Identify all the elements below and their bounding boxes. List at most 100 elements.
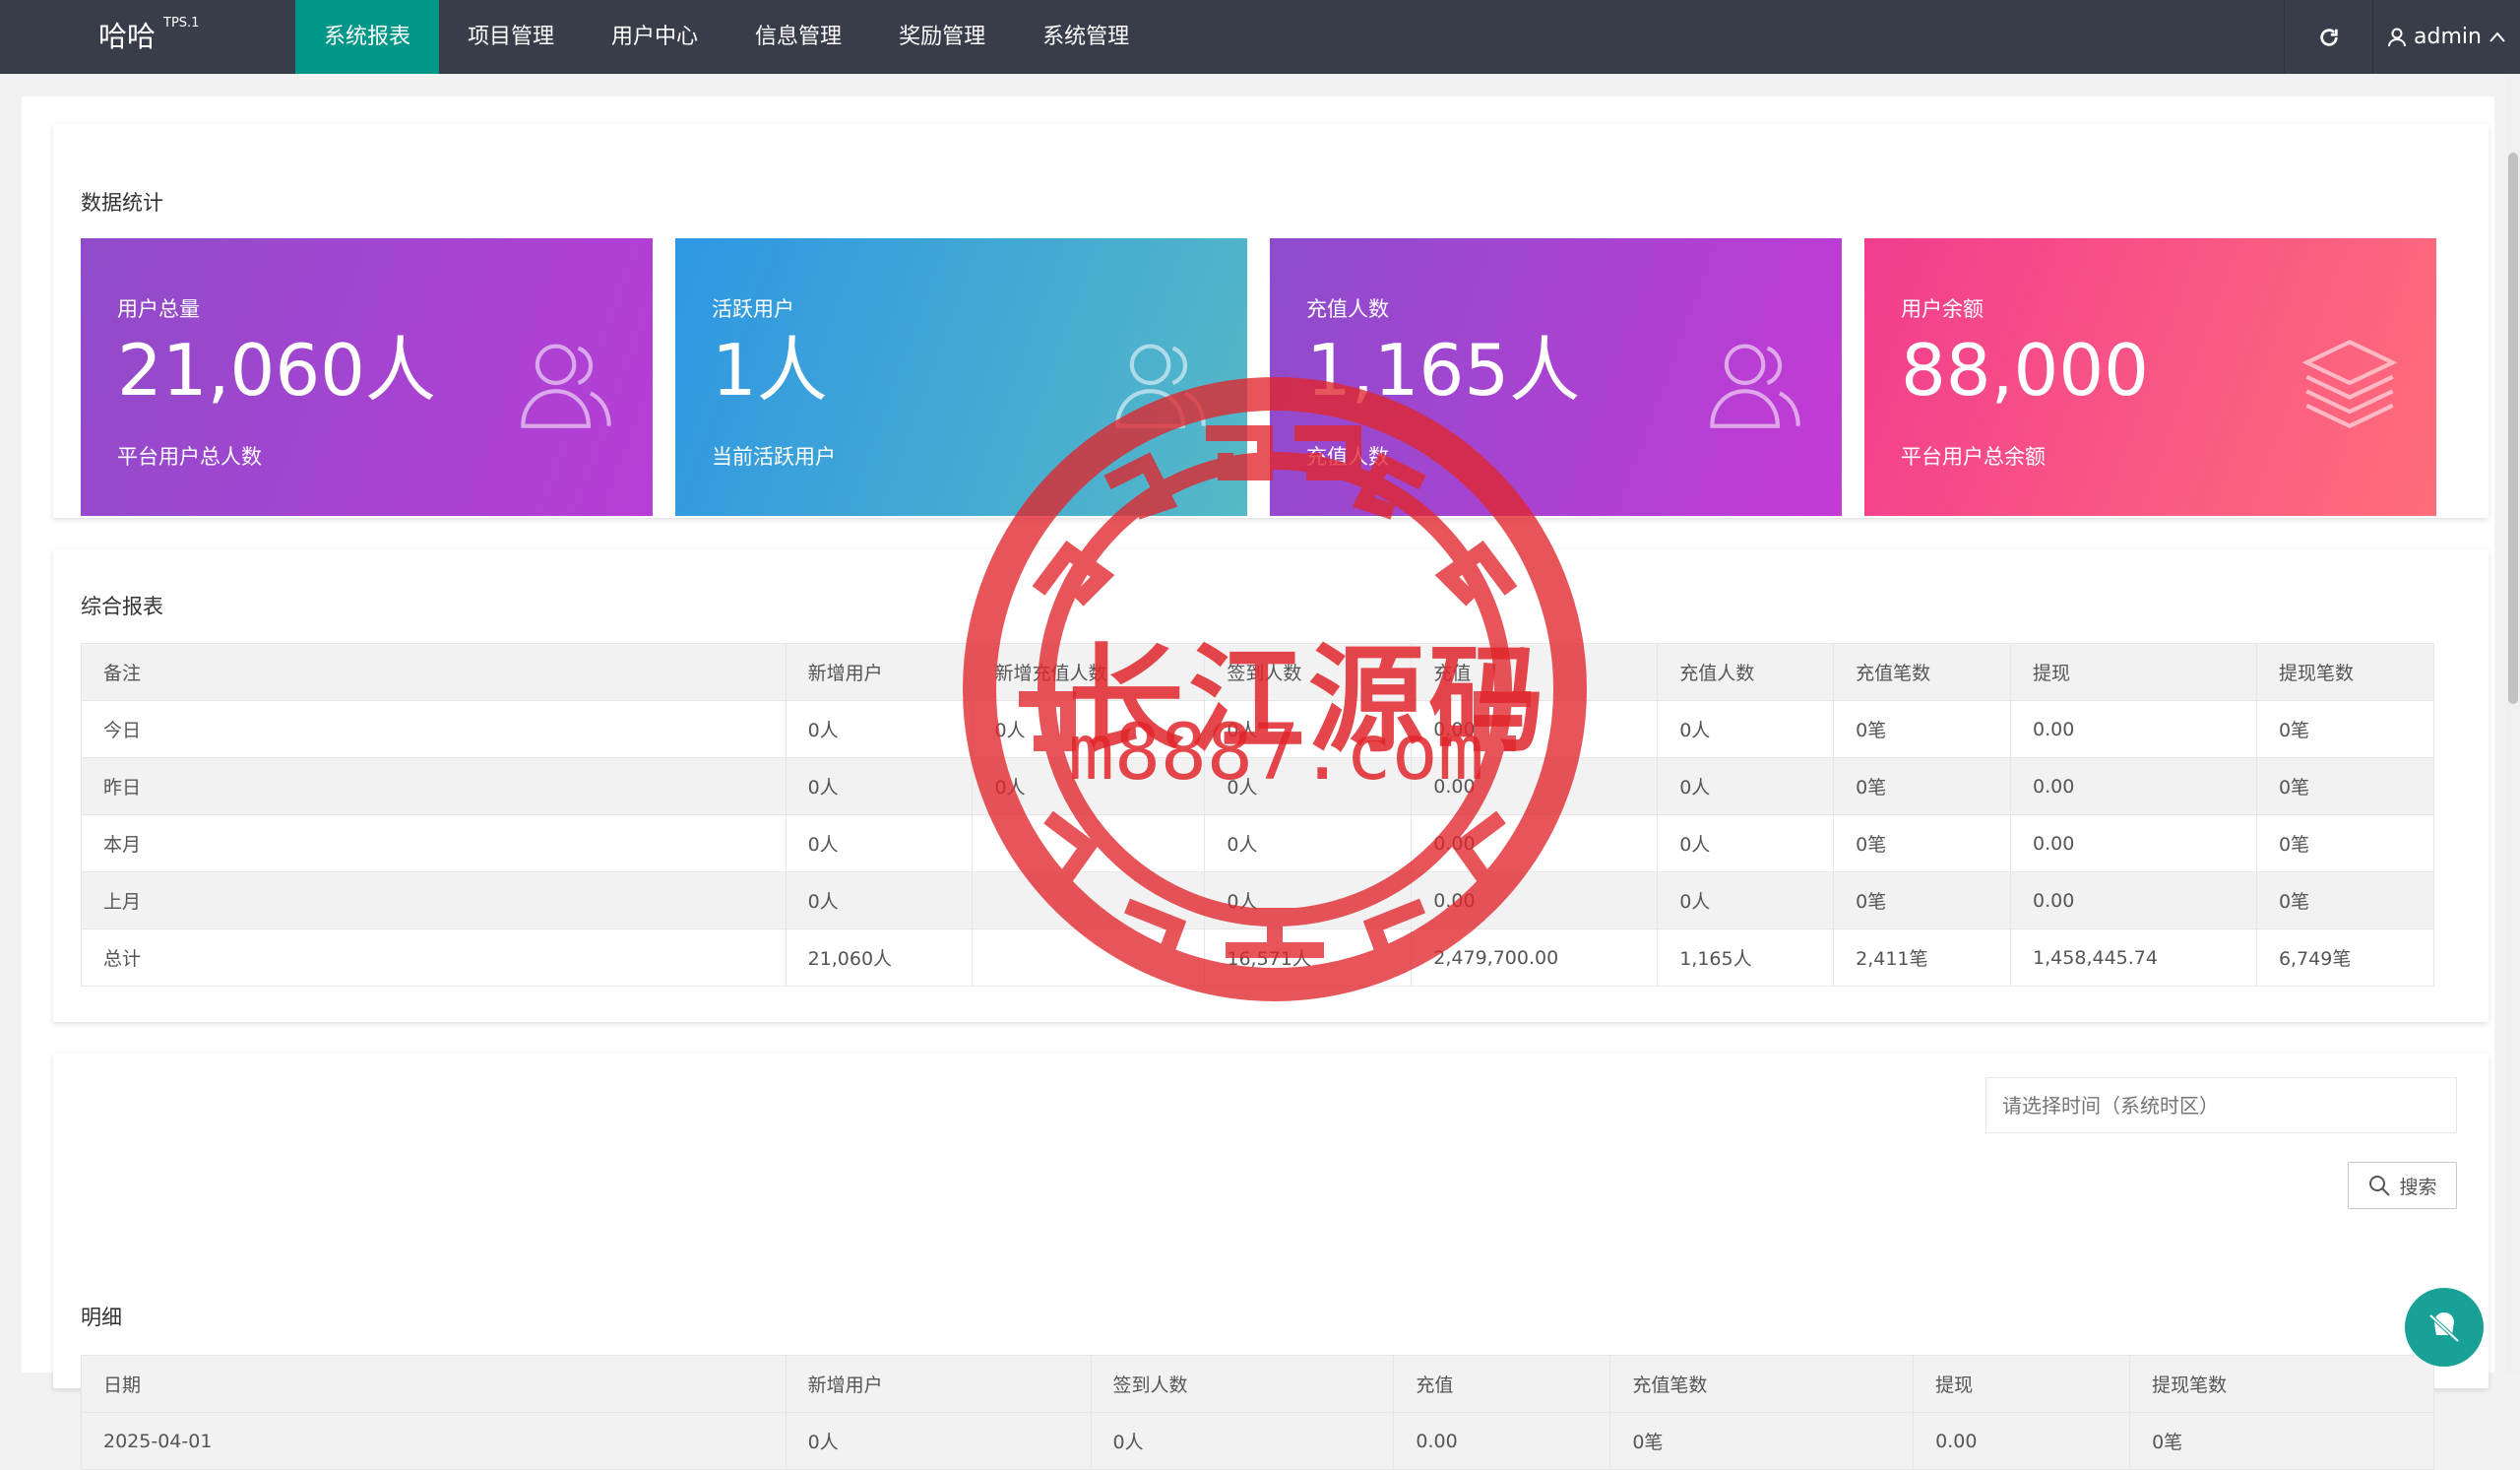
stat-value: 1,165人 — [1306, 329, 1581, 412]
column-header: 充值笔数 — [1609, 1355, 1915, 1413]
table-cell: 0笔 — [1833, 871, 2012, 929]
table-cell: 0人 — [785, 871, 974, 929]
date-range-input[interactable] — [1985, 1077, 2457, 1133]
column-header: 新增用户 — [785, 643, 974, 701]
table-cell: 本月 — [81, 814, 787, 872]
table-cell: 0.00 — [1393, 1412, 1611, 1470]
table-cell: 0人 — [785, 700, 974, 758]
column-header: 提现笔数 — [2255, 643, 2435, 701]
table-cell: 0笔 — [2255, 814, 2435, 872]
detail-card: 搜索 明细 日期 新增用户 签到人数 充值 充值笔数 提现 提现笔数 — [53, 1054, 2488, 1470]
table-cell: 0.00 — [1411, 814, 1659, 872]
table-row: 上月 0人 0人 0.00 0人 0笔 0.00 0笔 — [81, 871, 2435, 929]
table-cell: 0.00 — [2010, 871, 2257, 929]
detail-table-header: 日期 新增用户 签到人数 充值 充值笔数 提现 提现笔数 — [81, 1355, 2434, 1413]
scrollbar-thumb[interactable] — [2508, 153, 2518, 704]
stats-card-title: 数据统计 — [81, 191, 163, 215]
username: admin — [2414, 25, 2482, 49]
bell-off-icon — [2428, 1311, 2460, 1343]
table-row: 本月 0人 0人 0.00 0人 0笔 0.00 0笔 — [81, 814, 2435, 872]
users-icon — [1115, 344, 1206, 428]
table-cell: 0人 — [1204, 871, 1413, 929]
nav-item-info[interactable]: 信息管理 — [726, 0, 870, 74]
stat-value: 88,000 — [1901, 329, 2149, 412]
user-icon — [2388, 28, 2407, 46]
search-icon — [2369, 1176, 2391, 1196]
users-icon — [1710, 344, 1800, 428]
floating-help-button[interactable] — [2405, 1288, 2484, 1367]
table-cell: 0人 — [785, 814, 974, 872]
detail-card-title: 明细 — [81, 1306, 122, 1329]
table-cell: 0笔 — [1833, 757, 2012, 815]
table-cell: 0人 — [1204, 814, 1413, 872]
table-cell: 0.00 — [2010, 757, 2257, 815]
table-row: 总计 21,060人 16,571人 2,479,700.00 1,165人 2… — [81, 928, 2435, 987]
table-cell: 16,571人 — [1204, 928, 1413, 987]
stat-desc: 平台用户总人数 — [117, 445, 262, 469]
stat-label: 充值人数 — [1306, 297, 1389, 321]
stat-desc: 当前活跃用户 — [712, 445, 836, 469]
table-cell: 昨日 — [81, 757, 787, 815]
table-cell: 今日 — [81, 700, 787, 758]
table-cell: 2,411笔 — [1833, 928, 2012, 987]
stat-value: 21,060人 — [117, 329, 436, 412]
column-header: 充值笔数 — [1833, 643, 2012, 701]
nav-item-reports[interactable]: 系统报表 — [295, 0, 440, 74]
report-card-title: 综合报表 — [81, 595, 163, 618]
table-cell: 6,749笔 — [2255, 928, 2435, 987]
table-cell — [972, 871, 1206, 929]
nav-item-users[interactable]: 用户中心 — [583, 0, 726, 74]
table-cell: 0人 — [1657, 871, 1835, 929]
stat-label: 用户余额 — [1901, 297, 1984, 321]
users-icon — [521, 344, 611, 428]
table-cell: 2,479,700.00 — [1411, 928, 1659, 987]
stat-active-users: 活跃用户 1人 当前活跃用户 — [675, 238, 1247, 516]
column-header: 日期 — [81, 1355, 787, 1413]
table-cell — [972, 928, 1206, 987]
table-cell: 0笔 — [2255, 700, 2435, 758]
stat-label: 活跃用户 — [712, 297, 794, 321]
table-cell: 0人 — [785, 757, 974, 815]
column-header: 提现笔数 — [2129, 1355, 2434, 1413]
stat-desc: 平台用户总余额 — [1901, 445, 2046, 469]
column-header: 充值 — [1393, 1355, 1611, 1413]
column-header: 备注 — [81, 643, 787, 701]
table-cell: 0人 — [1657, 814, 1835, 872]
nav-item-rewards[interactable]: 奖励管理 — [870, 0, 1014, 74]
brand-logo[interactable]: 哈哈 TPS.1 — [0, 0, 295, 74]
brand-version: TPS.1 — [163, 16, 200, 31]
table-cell: 1,458,445.74 — [2010, 928, 2257, 987]
table-cell: 0.00 — [1411, 871, 1659, 929]
table-cell — [972, 814, 1206, 872]
table-cell: 0笔 — [1833, 814, 2012, 872]
stat-label: 用户总量 — [117, 297, 200, 321]
page-scrollbar[interactable] — [2506, 74, 2520, 1373]
stat-desc: 充值人数 — [1306, 445, 1389, 469]
brand-name: 哈哈 — [98, 20, 157, 53]
table-cell: 总计 — [81, 928, 787, 987]
nav-item-projects[interactable]: 项目管理 — [439, 0, 583, 74]
table-cell: 0人 — [1657, 757, 1835, 815]
search-button[interactable]: 搜索 — [2348, 1162, 2457, 1209]
table-cell: 0人 — [1657, 700, 1835, 758]
table-cell: 1,165人 — [1657, 928, 1835, 987]
column-header: 新增用户 — [785, 1355, 1092, 1413]
chevron-up-icon — [2489, 31, 2505, 42]
table-cell: 21,060人 — [785, 928, 974, 987]
top-bar: 哈哈 TPS.1 系统报表 项目管理 用户中心 信息管理 奖励管理 系统管理 ad… — [0, 0, 2520, 74]
table-cell: 0笔 — [2255, 871, 2435, 929]
table-cell: 0人 — [1090, 1412, 1395, 1470]
refresh-button[interactable] — [2284, 0, 2372, 74]
user-menu[interactable]: admin — [2372, 0, 2520, 74]
column-header: 提现 — [2010, 643, 2257, 701]
table-cell: 2025-04-01 — [81, 1412, 787, 1470]
table-cell: 0.00 — [2010, 814, 2257, 872]
table-cell: 上月 — [81, 871, 787, 929]
nav-item-system[interactable]: 系统管理 — [1014, 0, 1158, 74]
table-cell: 0笔 — [2255, 757, 2435, 815]
table-cell: 0笔 — [2129, 1412, 2434, 1470]
column-header: 签到人数 — [1090, 1355, 1395, 1413]
column-header: 提现 — [1913, 1355, 2131, 1413]
table-cell: 0.00 — [1913, 1412, 2131, 1470]
table-cell: 0人 — [785, 1412, 1092, 1470]
